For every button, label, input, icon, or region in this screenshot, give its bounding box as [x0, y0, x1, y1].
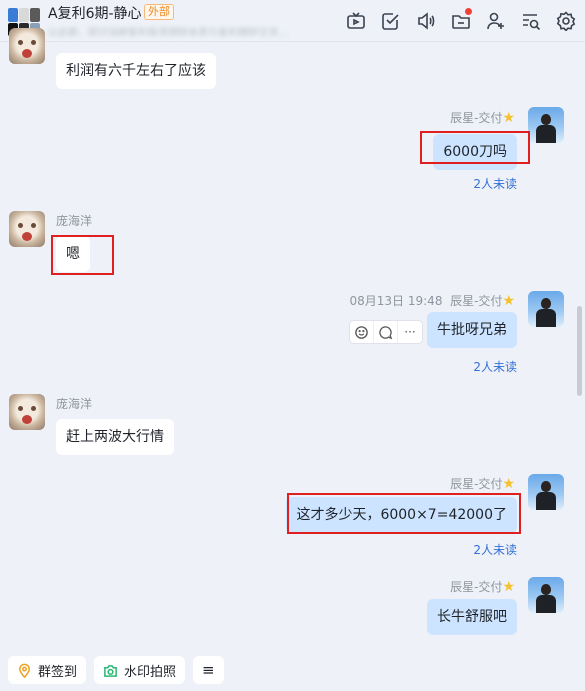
message-hover-actions: ···	[349, 320, 423, 344]
read-status[interactable]: 2人未读	[473, 541, 517, 558]
header-toolbar	[343, 8, 579, 34]
avatar[interactable]	[528, 474, 564, 510]
add-user-icon[interactable]	[483, 8, 509, 34]
avatar[interactable]	[528, 291, 564, 327]
chat-title[interactable]: A复利6期-静心	[48, 3, 142, 23]
highlight-box	[287, 493, 521, 534]
message-bubble[interactable]: 赶上两波大行情	[56, 419, 174, 455]
message-time: 08月13日 19:48	[349, 294, 443, 308]
menu-button[interactable]: ≡	[193, 656, 224, 684]
menu-icon: ≡	[202, 661, 215, 679]
location-pin-icon	[19, 663, 30, 678]
read-status[interactable]: 2人未读	[473, 175, 517, 192]
message-bubble[interactable]: 长牛舒服吧	[427, 599, 517, 635]
speaker-icon[interactable]	[413, 8, 439, 34]
avatar[interactable]	[9, 211, 45, 247]
chat-subtitle: 以此群，研讨深耕复利投资理财本质与复利理财交流…	[48, 28, 288, 36]
notification-dot	[465, 8, 472, 15]
highlight-box	[51, 235, 114, 275]
avatar[interactable]	[9, 394, 45, 430]
message-bubble[interactable]: 牛批呀兄弟	[427, 312, 517, 348]
search-list-icon[interactable]	[518, 8, 544, 34]
star-icon: ★	[502, 110, 515, 126]
avatar[interactable]	[9, 28, 45, 64]
gear-icon[interactable]	[553, 8, 579, 34]
watermark-photo-button[interactable]: 水印拍照	[94, 656, 186, 684]
sender-name: 辰星-交付★	[450, 110, 515, 126]
more-icon[interactable]: ···	[398, 321, 422, 343]
watermark-photo-label: 水印拍照	[124, 664, 177, 680]
avatar[interactable]	[528, 107, 564, 143]
folder-icon[interactable]	[448, 8, 474, 34]
emoji-reaction-icon[interactable]	[350, 321, 374, 343]
avatar[interactable]	[528, 577, 564, 613]
tv-icon[interactable]	[343, 8, 369, 34]
group-checkin-label: 群签到	[38, 664, 78, 680]
camera-icon	[104, 664, 117, 677]
checkbox-icon[interactable]	[378, 8, 404, 34]
read-status[interactable]: 2人未读	[473, 358, 517, 375]
sender-name: 辰星-交付★	[450, 476, 515, 492]
external-badge: 外部	[144, 4, 174, 20]
star-icon: ★	[502, 476, 515, 492]
quick-action-bar: 群签到 水印拍照 ≡	[8, 656, 224, 684]
star-icon: ★	[502, 579, 515, 595]
star-icon: ★	[502, 293, 515, 309]
group-checkin-button[interactable]: 群签到	[8, 656, 87, 684]
sender-name: 辰星-交付★	[450, 579, 515, 595]
message-bubble[interactable]: 利润有六千左右了应该	[56, 53, 216, 89]
reply-icon[interactable]	[374, 321, 398, 343]
chat-header: A复利6期-静心 外部 以此群，研讨深耕复利投资理财本质与复利理财交流…	[0, 0, 585, 42]
sender-name: 08月13日 19:48 辰星-交付★	[349, 293, 515, 309]
sender-name: 庞海洋	[56, 214, 93, 228]
sender-name: 庞海洋	[56, 397, 93, 411]
scrollbar[interactable]	[577, 306, 582, 396]
highlight-box	[420, 131, 530, 164]
